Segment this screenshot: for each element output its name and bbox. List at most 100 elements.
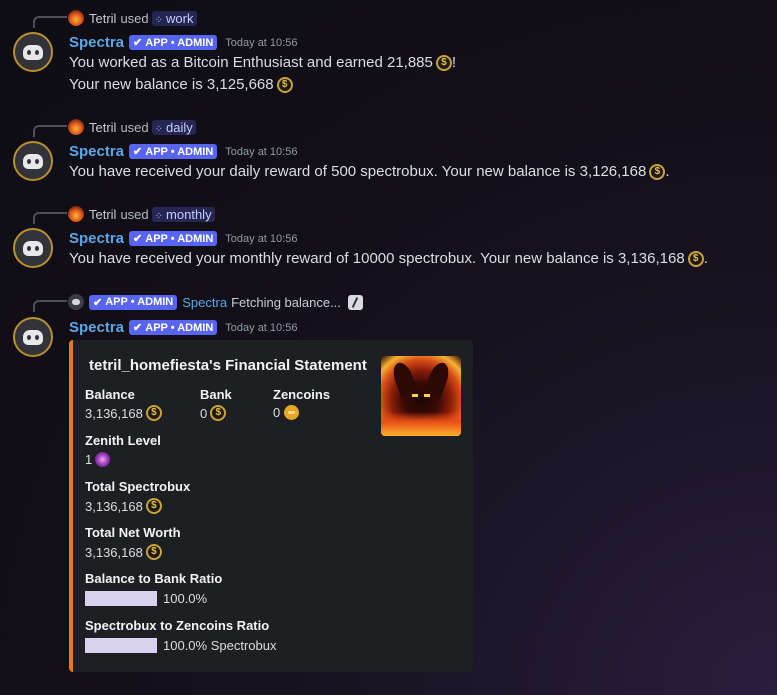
zen-ratio-bar [85,638,157,653]
reply-connector [33,125,67,137]
field-bank-ratio-value: 100.0% [85,591,207,606]
interaction-reference[interactable]: ✔ APP • ADMIN Spectra Fetching balance... [68,293,363,311]
timestamp[interactable]: Today at 10:56 [225,233,297,245]
zencoin-icon [284,405,300,420]
reply-reference[interactable]: Tetril used ⁘ work [68,9,197,27]
bot-avatar-mini[interactable] [68,294,84,310]
command-name: work [166,10,194,26]
bank-amount: 0 [200,405,208,421]
discord-logo-icon [23,329,43,345]
reply-bot-name[interactable]: Spectra [182,295,227,310]
message-text: You have received your daily reward of 5… [69,163,670,180]
bot-username[interactable]: Spectra [69,34,124,51]
bot-username[interactable]: Spectra [69,230,124,247]
check-icon: ✔ [133,233,143,245]
command-mention[interactable]: ⁘ monthly [151,206,215,222]
slash-icon: ⁘ [154,123,164,135]
field-zenith-value: 1 [85,452,111,467]
bot-username[interactable]: Spectra [69,143,124,160]
message-line: You worked as a Bitcoin Enthusiast and e… [69,54,433,71]
field-zen-ratio-value: 100.0% Spectrobux [85,638,276,653]
command-mention[interactable]: ⁘ daily [151,119,196,135]
reply-username[interactable]: Tetril [89,11,116,26]
user-avatar-mini[interactable] [68,10,84,26]
zen-ratio-text: 100.0% Spectrobux [163,638,277,653]
field-zen-ratio-label: Spectrobux to Zencoins Ratio [85,618,270,633]
reply-used-text: used [120,206,149,222]
spectrobux-coin-icon: $ [649,163,666,180]
tag-label: APP • ADMIN [145,145,214,158]
bot-avatar[interactable] [13,32,53,72]
check-icon: ✔ [133,37,143,49]
field-total-spectrobux-value: 3,136,168 $ [85,498,162,514]
message-text: You have received your monthly reward of… [69,250,708,267]
message-line: Your new balance is 3,125,668 [69,76,274,93]
timestamp[interactable]: Today at 10:56 [225,322,297,334]
tag-label: APP • ADMIN [145,36,214,49]
spectrobux-coin-icon: $ [145,498,162,514]
spectrobux-coin-icon: $ [687,250,704,267]
slash-icon: ⁘ [154,14,164,26]
app-admin-tag: ✔ APP • ADMIN [129,231,218,246]
reply-used-text: used [120,119,149,135]
app-admin-tag: ✔ APP • ADMIN [129,320,218,335]
slash-icon: ⁘ [154,210,164,222]
user-avatar-mini[interactable] [68,119,84,135]
check-icon: ✔ [93,296,103,309]
app-admin-tag: ✔ APP • ADMIN [129,144,218,159]
message-text: You worked as a Bitcoin Enthusiast and e… [69,54,456,71]
timestamp[interactable]: Today at 10:56 [225,37,297,49]
bot-avatar[interactable] [13,141,53,181]
spectrobux-coin-icon: $ [145,405,162,421]
user-avatar-mini[interactable] [68,206,84,222]
zenith-orb-icon [95,452,111,467]
balance-amount: 3,136,168 [85,405,143,421]
command-name: monthly [166,206,212,222]
field-balance-label: Balance [85,387,135,402]
field-bank-label: Bank [200,387,232,402]
discord-logo-icon [23,44,43,60]
bot-avatar[interactable] [13,317,53,357]
bank-ratio-bar [85,591,157,606]
zenith-amount: 1 [85,452,93,467]
spectrobux-coin-icon: $ [145,544,162,560]
field-net-worth-label: Total Net Worth [85,525,181,540]
message-punct: . [703,250,708,267]
spectrobux-coin-icon: $ [276,76,293,93]
discord-logo-icon [23,240,43,256]
net-worth-amount: 3,136,168 [85,544,143,560]
spectrobux-coin-icon: $ [210,405,227,421]
message-text: Your new balance is 3,125,668 $ [69,76,293,93]
reply-used-text: used [120,10,149,26]
discord-logo-icon [23,153,43,169]
timestamp[interactable]: Today at 10:56 [225,146,297,158]
financial-statement-embed: tetril_homefiesta's Financial Statement … [69,340,473,672]
tag-label: APP • ADMIN [145,321,214,334]
message-line: You have received your daily reward of 5… [69,163,647,180]
reply-reference[interactable]: Tetril used ⁘ monthly [68,205,215,223]
reply-username[interactable]: Tetril [89,207,116,222]
command-name: daily [166,119,193,135]
tag-label: APP • ADMIN [105,296,174,308]
slash-command-icon [347,294,363,310]
field-zenith-label: Zenith Level [85,433,161,448]
reply-username[interactable]: Tetril [89,120,116,135]
message-punct: ! [451,54,457,71]
check-icon: ✔ [133,322,143,334]
spectrobux-coin-icon: $ [435,54,452,71]
check-icon: ✔ [133,146,143,158]
reply-connector [33,212,67,224]
message-punct: . [665,163,670,180]
reply-reference[interactable]: Tetril used ⁘ daily [68,118,196,136]
field-bank-ratio-label: Balance to Bank Ratio [85,571,223,586]
field-total-spectrobux-label: Total Spectrobux [85,479,191,494]
field-net-worth-value: 3,136,168 $ [85,544,162,560]
field-zencoins-label: Zencoins [273,387,331,402]
embed-thumbnail[interactable] [381,356,461,436]
tag-label: APP • ADMIN [145,232,214,245]
command-mention[interactable]: ⁘ work [151,10,197,26]
bot-username[interactable]: Spectra [69,319,124,336]
bot-avatar[interactable] [13,228,53,268]
total-spectrobux-amount: 3,136,168 [85,498,143,514]
bank-ratio-text: 100.0% [163,591,208,606]
